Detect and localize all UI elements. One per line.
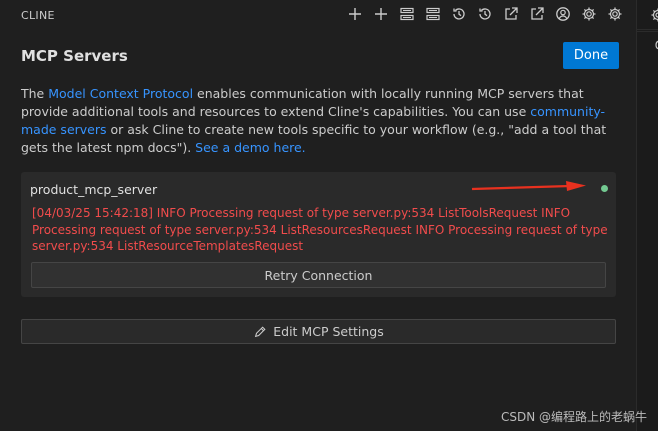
settings-icon[interactable] [650,7,658,23]
toolbar-icons [346,5,624,23]
intro-text-part: The [21,86,49,101]
settings-icon[interactable] [606,5,624,23]
page-title: MCP Servers [21,47,128,65]
intro-text: The Model Context Protocol enables commu… [21,85,621,157]
adjacent-panel-strip [636,0,658,431]
cline-panel: CLINE MCP Servers Done The Model Context… [0,0,636,431]
mcp-header: MCP Servers Done [21,42,619,70]
panel-topbar: CLINE [0,0,636,30]
edit-mcp-settings-label: Edit MCP Settings [273,324,384,339]
adjacent-panel-header [637,0,658,30]
plus-icon[interactable] [372,5,390,23]
server-icon[interactable] [424,5,442,23]
account-icon[interactable] [554,5,572,23]
intro-text-part: or ask Cline to create new tools specifi… [21,122,607,155]
retry-connection-button[interactable]: Retry Connection [31,262,606,288]
server-name[interactable]: product_mcp_server [30,182,157,197]
done-button[interactable]: Done [563,42,619,69]
model-context-protocol-link[interactable]: Model Context Protocol [48,86,193,101]
watermark: CSDN @编程路上的老蜗牛 [501,410,648,424]
edit-mcp-settings-button[interactable]: Edit MCP Settings [21,319,616,344]
history-icon[interactable] [450,5,468,23]
server-error-log: [04/03/25 15:42:18] INFO Processing requ… [32,206,608,253]
divider [637,31,658,32]
external-link-icon[interactable] [528,5,546,23]
vscode-window: CLINE MCP Servers Done The Model Context… [0,0,658,431]
history-icon[interactable] [476,5,494,23]
status-indicator [601,185,608,192]
settings-icon[interactable] [580,5,598,23]
server-icon[interactable] [398,5,416,23]
external-link-icon[interactable] [502,5,520,23]
plus-icon[interactable] [346,5,364,23]
annotation-arrow-icon [471,181,586,191]
pencil-icon [255,325,266,337]
demo-link[interactable]: See a demo here. [195,140,306,155]
panel-title: CLINE [21,9,55,22]
